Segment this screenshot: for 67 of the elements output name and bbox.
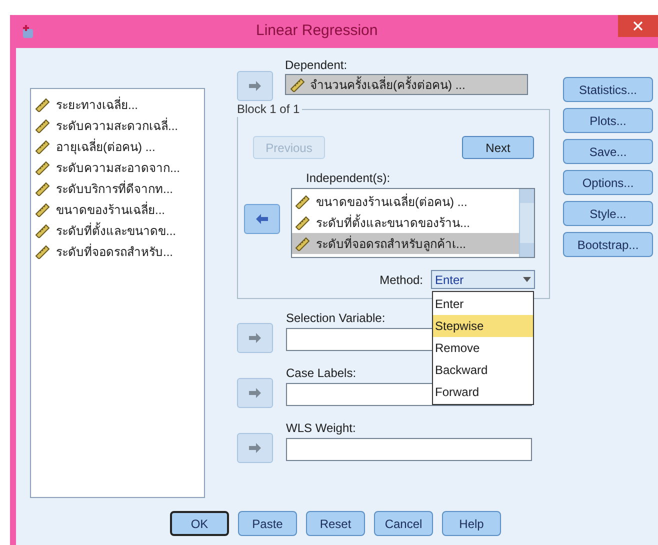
ruler-icon [35, 118, 51, 132]
close-button[interactable] [618, 15, 658, 37]
move-button[interactable] [237, 378, 273, 408]
dependent-field[interactable]: จำนวนครั้งเฉลี่ย(ครั้งต่อคน) ... [285, 74, 528, 95]
independent-item[interactable]: ระดับที่จอดรถสำหรับลูกค้าเ... [292, 233, 519, 254]
ruler-icon [295, 216, 311, 230]
variable-name[interactable]: อายุเฉลี่ย(ต่อคน) ... [56, 138, 156, 156]
window-title: Linear Regression [256, 21, 378, 42]
input-field[interactable] [286, 438, 532, 461]
dialog-button[interactable]: Statistics... [563, 77, 653, 102]
method-option[interactable]: Backward [433, 359, 533, 381]
scrollbar[interactable] [519, 189, 534, 257]
block-title: Block 1 of 1 [235, 101, 302, 117]
ruler-icon [35, 182, 51, 196]
ruler-icon [35, 160, 51, 174]
ruler-icon [290, 78, 306, 92]
independent-item[interactable]: ขนาดของร้านเฉลี่ย(ต่อคน) ... [292, 191, 519, 212]
move-button[interactable] [237, 323, 273, 353]
method-dropdown[interactable]: Enter [431, 270, 535, 289]
dialog-button[interactable]: Bootstrap... [563, 232, 653, 257]
move-button[interactable] [237, 433, 273, 463]
method-option[interactable]: Forward [433, 381, 533, 403]
ruler-icon [35, 224, 51, 238]
ruler-icon [35, 202, 51, 216]
method-label: Method: [380, 272, 423, 288]
dialog-button[interactable]: Help [442, 511, 501, 536]
method-option[interactable]: Stepwise [433, 315, 533, 337]
move-button[interactable] [237, 71, 273, 101]
variable-name[interactable]: ระดับความสะอาดจาก... [56, 158, 180, 176]
variable-name[interactable]: ระดับความสะดวกเฉลี่... [56, 116, 178, 134]
variable-name[interactable]: ระยะทางเฉลี่ย... [56, 96, 138, 114]
dialog-button[interactable]: Style... [563, 201, 653, 226]
dialog-button[interactable]: Options... [563, 170, 653, 195]
app-icon [20, 24, 36, 40]
field-label: Selection Variable: [286, 311, 386, 325]
arrow-icon [248, 332, 262, 344]
caret-icon [523, 277, 531, 282]
dialog-button[interactable]: Save... [563, 139, 653, 164]
variable-name[interactable]: ระดับที่ตั้งและขนาดข... [56, 222, 176, 240]
dialog-button[interactable]: Reset [306, 511, 365, 536]
ruler-icon [295, 194, 311, 208]
variable-name[interactable]: ระดับบริการที่ดีจากท... [56, 180, 174, 198]
close-icon [633, 21, 643, 31]
arrow-icon [248, 80, 262, 92]
dialog-button[interactable]: Plots... [563, 108, 653, 133]
field-label: WLS Weight: [286, 421, 356, 435]
arrow-icon [255, 213, 269, 225]
method-option[interactable]: Enter [433, 293, 533, 315]
dialog-button[interactable]: OK [170, 511, 229, 536]
variable-name[interactable]: ขนาดของร้านเฉลี่ย... [56, 200, 166, 218]
ruler-icon [35, 140, 51, 154]
dialog-button[interactable]: Paste [238, 511, 297, 536]
variable-name[interactable]: ระดับที่จอดรถสำหรับ... [56, 242, 174, 260]
arrow-icon [248, 442, 262, 454]
arrow-icon [248, 387, 262, 399]
dependent-label: Dependent: [285, 58, 348, 72]
ruler-icon [35, 244, 51, 258]
move-button[interactable] [244, 204, 280, 234]
variable-name: จำนวนครั้งเฉลี่ย(ครั้งต่อคน) ... [310, 76, 466, 94]
field-label: Case Labels: [286, 366, 356, 380]
method-option[interactable]: Remove [433, 337, 533, 359]
ruler-icon [35, 98, 51, 112]
independent-item[interactable]: ระดับที่ตั้งและขนาดของร้าน... [292, 212, 519, 233]
dialog-button[interactable]: Cancel [374, 511, 433, 536]
independent-label: Independent(s): [306, 171, 392, 185]
ruler-icon [295, 236, 311, 250]
nav-button[interactable]: Next [462, 136, 534, 159]
